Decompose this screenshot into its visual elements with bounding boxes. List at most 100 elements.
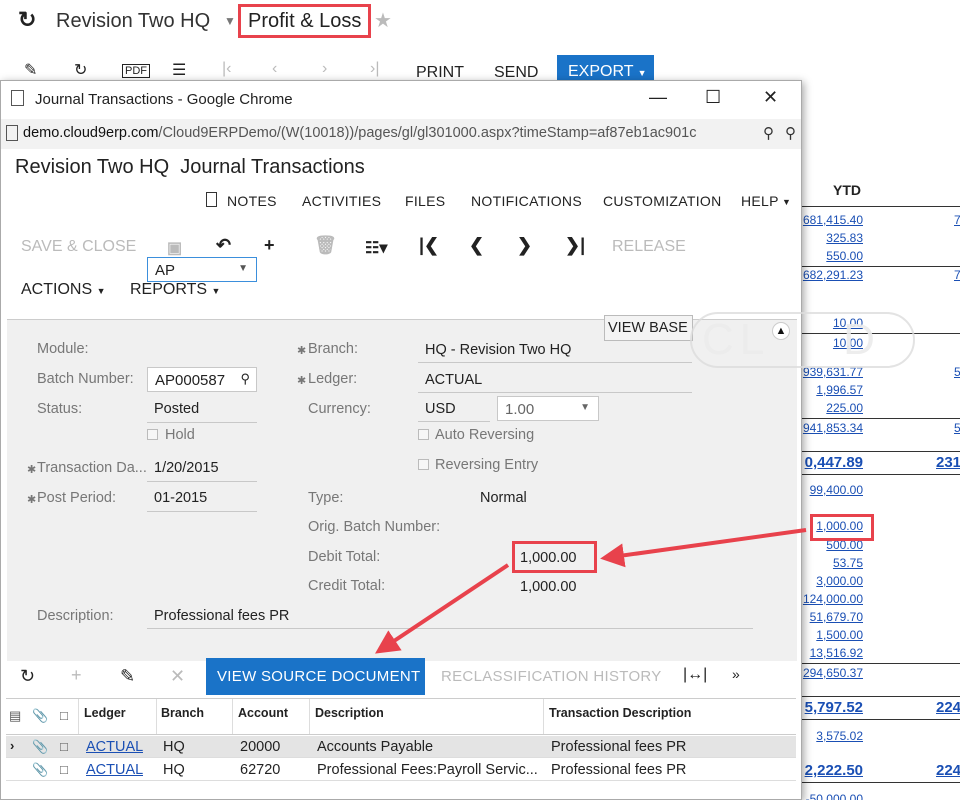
report-value[interactable]: 3,000.00 bbox=[816, 574, 863, 588]
refresh-grid-icon[interactable]: ↻ bbox=[20, 666, 35, 687]
report-value-col2[interactable]: 224 bbox=[936, 699, 960, 716]
module-select[interactable]: AP ▼ bbox=[147, 257, 257, 282]
prev-record-icon[interactable]: ❮ bbox=[469, 235, 484, 256]
first-record-icon[interactable]: |❮ bbox=[419, 235, 439, 256]
close-icon[interactable]: ✕ bbox=[763, 87, 778, 108]
report-value[interactable]: 941,853.34 bbox=[803, 421, 863, 435]
last-page-icon[interactable]: ›| bbox=[370, 60, 379, 78]
zoom-icon[interactable]: ⚲ bbox=[763, 124, 774, 142]
view-source-document-button[interactable]: VIEW SOURCE DOCUMENT bbox=[206, 658, 425, 695]
report-total[interactable]: 5,797.52 bbox=[805, 699, 863, 716]
report-value[interactable]: 3,575.02 bbox=[816, 729, 863, 743]
report-value[interactable]: 682,291.23 bbox=[803, 268, 863, 282]
refresh-icon[interactable]: ↻ bbox=[18, 7, 36, 33]
fit-columns-icon[interactable]: |↔| bbox=[683, 666, 707, 684]
report-value[interactable]: 1,500.00 bbox=[816, 628, 863, 642]
reports-menu[interactable]: REPORTS ▼ bbox=[130, 281, 220, 299]
report-value-col2[interactable]: 5 bbox=[954, 421, 960, 435]
report-value-col2[interactable]: 7 bbox=[954, 213, 960, 227]
notes-menu[interactable]: NOTES bbox=[227, 193, 277, 209]
parameters-icon[interactable]: ☰ bbox=[172, 60, 186, 80]
column-transaction-description[interactable]: Transaction Description bbox=[549, 706, 691, 720]
reclassification-history-button[interactable]: RECLASSIFICATION HISTORY bbox=[441, 668, 662, 685]
scroll-up-icon[interactable]: ▲ bbox=[772, 322, 790, 340]
last-record-icon[interactable]: ❯| bbox=[565, 235, 585, 256]
report-value[interactable]: -50,000.00 bbox=[806, 792, 863, 800]
maximize-icon[interactable]: ☐ bbox=[705, 87, 721, 108]
transaction-date-value[interactable]: 1/20/2015 bbox=[154, 460, 219, 476]
ledger-link[interactable]: ACTUAL bbox=[86, 739, 143, 755]
auto-reversing-checkbox[interactable] bbox=[418, 429, 429, 440]
customization-menu[interactable]: CUSTOMIZATION bbox=[603, 193, 722, 209]
url-text[interactable]: demo.cloud9erp.com/Cloud9ERPDemo/(W(1001… bbox=[23, 125, 761, 141]
column-branch[interactable]: Branch bbox=[161, 706, 204, 720]
report-value[interactable]: 124,000.00 bbox=[803, 592, 863, 606]
add-row-icon[interactable]: + bbox=[71, 665, 82, 686]
copy-paste-icon[interactable]: ☷▾ bbox=[365, 238, 387, 258]
attachment-icon[interactable]: 📎 bbox=[32, 762, 48, 778]
actions-menu[interactable]: ACTIONS ▼ bbox=[21, 281, 106, 299]
edit-row-icon[interactable]: ✎ bbox=[120, 666, 135, 687]
report-value[interactable]: 99,400.00 bbox=[810, 483, 863, 497]
report-value[interactable]: 53.75 bbox=[833, 556, 863, 570]
next-record-icon[interactable]: ❯ bbox=[517, 235, 532, 256]
post-period-value[interactable]: 01-2015 bbox=[154, 490, 207, 506]
prev-page-icon[interactable]: ‹ bbox=[272, 60, 277, 78]
report-value[interactable]: 550.00 bbox=[826, 249, 863, 263]
column-ledger[interactable]: Ledger bbox=[84, 706, 126, 720]
batch-number-field[interactable]: AP000587 ⚲ bbox=[147, 367, 257, 392]
reversing-entry-checkbox[interactable] bbox=[418, 459, 429, 470]
report-total[interactable]: 0,447.89 bbox=[805, 454, 863, 471]
table-row[interactable]: 📎 □ ACTUAL HQ 62720 Professional Fees:Pa… bbox=[6, 759, 796, 781]
report-value-col2[interactable]: 224 bbox=[936, 762, 960, 779]
report-total[interactable]: 2,222.50 bbox=[805, 762, 863, 779]
export-button[interactable]: EXPORT ▼ bbox=[557, 55, 654, 82]
release-button[interactable]: RELEASE bbox=[612, 238, 686, 256]
report-value[interactable]: 294,650.37 bbox=[803, 666, 863, 680]
report-value[interactable]: 325.83 bbox=[826, 231, 863, 245]
company-dropdown-icon[interactable]: ▼ bbox=[224, 14, 236, 28]
ledger-link[interactable]: ACTUAL bbox=[86, 762, 143, 778]
address-bar[interactable]: demo.cloud9erp.com/Cloud9ERPDemo/(W(1001… bbox=[1, 119, 801, 149]
view-base-button[interactable]: VIEW BASE bbox=[604, 315, 693, 341]
refresh-report-icon[interactable]: ↻ bbox=[74, 60, 87, 80]
hold-checkbox[interactable] bbox=[147, 429, 158, 440]
note-icon[interactable]: □ bbox=[60, 739, 68, 754]
save-icon[interactable]: ▣ bbox=[167, 238, 182, 258]
minimize-icon[interactable]: — bbox=[649, 87, 667, 108]
files-menu[interactable]: FILES bbox=[405, 193, 445, 209]
note-icon[interactable]: □ bbox=[60, 762, 68, 777]
report-value-col2[interactable]: 5 bbox=[954, 365, 960, 379]
pdf-icon[interactable]: PDF bbox=[122, 64, 150, 78]
notifications-menu[interactable]: NOTIFICATIONS bbox=[471, 193, 582, 209]
description-value[interactable]: Professional fees PR bbox=[154, 608, 289, 624]
report-value[interactable]: 13,516.92 bbox=[810, 646, 863, 660]
report-value-col2[interactable]: 7 bbox=[954, 268, 960, 282]
branch-value[interactable]: HQ - Revision Two HQ bbox=[425, 342, 571, 358]
ledger-value[interactable]: ACTUAL bbox=[425, 372, 482, 388]
edit-icon[interactable]: ✎ bbox=[24, 60, 37, 80]
save-close-button[interactable]: SAVE & CLOSE bbox=[21, 238, 136, 256]
attachment-icon[interactable]: 📎 bbox=[32, 739, 48, 755]
rate-select[interactable]: 1.00 ▼ bbox=[497, 396, 599, 421]
first-page-icon[interactable]: |‹ bbox=[222, 60, 231, 78]
table-row[interactable]: › 📎 □ ACTUAL HQ 20000 Accounts Payable P… bbox=[6, 736, 796, 758]
delete-row-icon[interactable]: ✕ bbox=[170, 666, 185, 687]
key-icon[interactable]: ⚲ bbox=[785, 124, 796, 142]
column-description[interactable]: Description bbox=[315, 706, 384, 720]
search-icon[interactable]: ⚲ bbox=[240, 371, 250, 387]
report-value-col2[interactable]: 231 bbox=[936, 454, 960, 471]
undo-icon[interactable]: ↶ bbox=[216, 235, 231, 256]
report-value[interactable]: 225.00 bbox=[826, 401, 863, 415]
column-account[interactable]: Account bbox=[238, 706, 288, 720]
help-menu[interactable]: HELP bbox=[741, 193, 779, 209]
report-value[interactable]: 681,415.40 bbox=[803, 213, 863, 227]
favorite-star-icon[interactable]: ★ bbox=[374, 8, 392, 33]
next-page-icon[interactable]: › bbox=[322, 60, 327, 78]
report-value[interactable]: 1,996.57 bbox=[816, 383, 863, 397]
report-value[interactable]: 51,679.70 bbox=[810, 610, 863, 624]
delete-icon[interactable]: 🗑 bbox=[314, 235, 337, 256]
currency-value[interactable]: USD bbox=[425, 401, 456, 417]
add-icon[interactable]: + bbox=[264, 235, 275, 256]
activities-menu[interactable]: ACTIVITIES bbox=[302, 193, 381, 209]
